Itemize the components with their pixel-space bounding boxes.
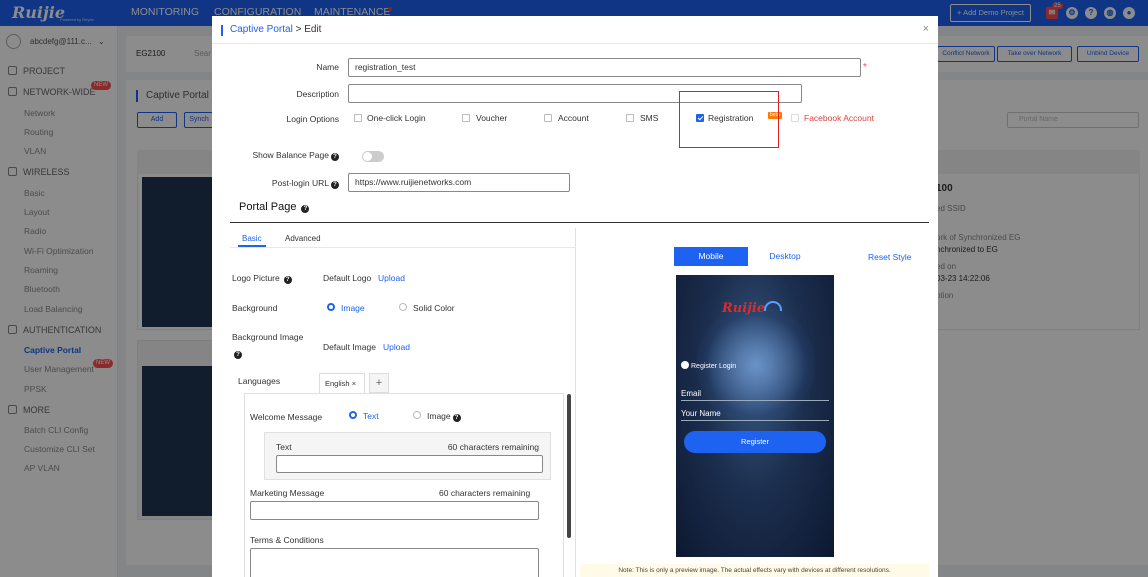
welcome-text-option[interactable]: Text [363, 411, 379, 421]
preview-logo: Ruijie [722, 301, 766, 316]
background-image-option[interactable]: Image [341, 303, 365, 313]
sms-checkbox[interactable] [626, 114, 634, 122]
help-icon: ? [331, 181, 339, 189]
welcome-image-option[interactable]: Image? [427, 411, 461, 422]
background-solid-option[interactable]: Solid Color [413, 303, 455, 313]
show-balance-toggle[interactable] [362, 151, 384, 162]
logo-picture-label: Logo Picture? [232, 273, 292, 284]
modal-header: Captive Portal > Edit × [212, 16, 938, 44]
marketing-message-input[interactable] [250, 501, 539, 520]
post-login-label: Post-login URL? [232, 178, 339, 189]
portal-page-title: Portal Page? [239, 201, 310, 213]
default-logo-text: Default Logo [323, 273, 372, 283]
preview-panel: Mobile Desktop Reset Style Ruijie Regist… [580, 228, 929, 577]
help-icon: ? [283, 276, 292, 284]
post-login-url-input[interactable]: https://www.ruijienetworks.com [348, 173, 570, 192]
preview-your-name: Your Name [681, 409, 829, 421]
account-checkbox[interactable] [544, 114, 552, 122]
voucher-label[interactable]: Voucher [476, 113, 507, 123]
background-solid-radio[interactable] [399, 303, 407, 311]
languages-label: Languages [238, 376, 281, 386]
default-image-text: Default Image [323, 342, 376, 352]
one-click-login-checkbox[interactable] [354, 114, 362, 122]
close-icon[interactable]: × [923, 23, 929, 35]
text-remaining: 60 characters remaining [447, 442, 539, 452]
tab-advanced[interactable]: Advanced [285, 234, 321, 243]
sms-label[interactable]: SMS [640, 113, 658, 123]
portal-settings-panel: Basic Advanced Logo Picture? Default Log… [230, 228, 576, 577]
facebook-account-label[interactable]: Facebook Account [804, 113, 874, 123]
welcome-message-label: Welcome Message [250, 412, 323, 422]
help-icon: ? [301, 205, 310, 213]
breadcrumb-captive-portal[interactable]: Captive Portal [230, 24, 293, 35]
welcome-text-box: Text 60 characters remaining [264, 432, 551, 480]
account-label[interactable]: Account [558, 113, 589, 123]
upload-image-link[interactable]: Upload [383, 342, 410, 352]
show-balance-label: Show Balance Page? [232, 150, 339, 161]
background-label: Background [232, 303, 278, 313]
required-marker: * [863, 62, 867, 73]
name-label: Name [316, 62, 339, 72]
highlight-box [679, 91, 779, 148]
preview-register-login: Register Login [681, 361, 736, 370]
help-icon: ? [331, 153, 339, 161]
login-options-label: Login Options [286, 114, 339, 124]
logo-arc-icon [764, 301, 782, 311]
welcome-text-input[interactable] [276, 455, 543, 473]
help-icon: ? [452, 414, 461, 422]
terms-label: Terms & Conditions [250, 535, 324, 545]
language-tab-english[interactable]: English × [319, 373, 365, 393]
marketing-remaining: 60 characters remaining [439, 488, 531, 498]
modal-title: Captive Portal > Edit [230, 24, 322, 35]
background-image-label: Background Image [232, 332, 304, 342]
facebook-account-checkbox[interactable] [791, 114, 799, 122]
close-icon[interactable]: × [352, 379, 356, 388]
preview-tab-desktop[interactable]: Desktop [748, 247, 822, 266]
marketing-message-label: Marketing Message [250, 488, 325, 498]
preview-tab-mobile[interactable]: Mobile [674, 247, 748, 266]
voucher-checkbox[interactable] [462, 114, 470, 122]
reset-style-link[interactable]: Reset Style [868, 252, 911, 262]
welcome-image-radio[interactable] [413, 411, 421, 419]
help-icon: ? [234, 351, 242, 359]
add-language-button[interactable]: + [369, 373, 389, 393]
mobile-preview: Ruijie Register Login Email Your Name Re… [676, 275, 834, 557]
text-label: Text [276, 442, 292, 452]
name-input[interactable]: registration_test [348, 58, 861, 77]
tab-basic[interactable]: Basic [242, 234, 262, 243]
description-label: Description [296, 89, 339, 99]
preview-register-button: Register [684, 431, 826, 453]
scrollbar[interactable] [567, 394, 571, 538]
preview-email: Email [681, 389, 829, 401]
preview-note: Note: This is only a preview image. The … [580, 564, 929, 577]
background-image-radio[interactable] [327, 303, 335, 311]
user-icon [681, 361, 689, 369]
one-click-login-label[interactable]: One-click Login [367, 113, 426, 123]
edit-portal-modal: Captive Portal > Edit × Name registratio… [212, 16, 938, 577]
welcome-text-radio[interactable] [349, 411, 357, 419]
terms-input[interactable] [250, 548, 539, 577]
language-content: Welcome Message Text Image? Text 60 char… [244, 393, 571, 577]
upload-logo-link[interactable]: Upload [378, 273, 405, 283]
breadcrumb-edit: Edit [304, 24, 322, 35]
